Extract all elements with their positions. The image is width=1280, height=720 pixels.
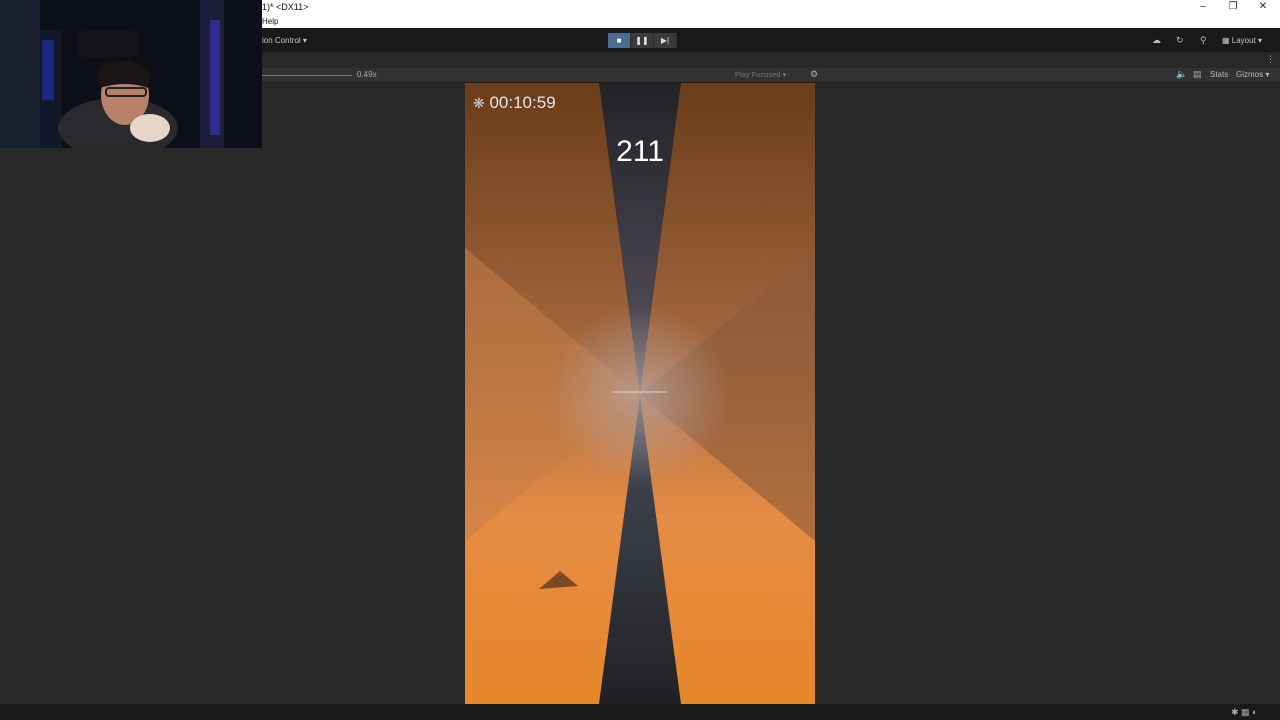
display-icon[interactable]: ▤ bbox=[1193, 69, 1202, 80]
gizmos-label: Gizmos bbox=[1236, 70, 1264, 79]
webcam-overlay bbox=[0, 0, 262, 148]
restore-icon[interactable]: ❐ bbox=[1218, 0, 1248, 14]
webcam-feed-image bbox=[0, 0, 262, 148]
cloud-icon[interactable]: ☁ bbox=[1152, 35, 1161, 46]
gear-icon[interactable]: ⚙ bbox=[810, 69, 818, 80]
window-title: 1)* <DX11> bbox=[262, 2, 309, 12]
center-glow bbox=[550, 305, 730, 485]
status-icons[interactable]: ✱ ▦ ◐ bbox=[1231, 707, 1257, 718]
timer-value: 00:10:59 bbox=[489, 93, 556, 112]
scale-slider[interactable] bbox=[262, 75, 352, 76]
layout-label: Layout bbox=[1231, 36, 1256, 45]
play-controls: ■ ❚❚ ▶| bbox=[608, 33, 677, 48]
minimize-icon[interactable]: – bbox=[1188, 0, 1218, 14]
close-icon[interactable]: ✕ bbox=[1248, 0, 1278, 14]
search-icon[interactable]: ⚲ bbox=[1200, 35, 1207, 46]
layout-icon: ▦ bbox=[1222, 36, 1232, 45]
timer-icon: ❋ bbox=[473, 95, 485, 111]
gizmos-button[interactable]: Gizmos ▾ bbox=[1236, 70, 1269, 79]
menu-help[interactable]: Help bbox=[262, 17, 278, 26]
stop-icon[interactable]: ■ bbox=[608, 33, 631, 48]
speaker-icon[interactable]: 🔈 bbox=[1176, 69, 1187, 80]
status-bar: ✱ ▦ ◐ bbox=[0, 704, 1280, 720]
layout-dropdown[interactable]: ▦ Layout ▾ bbox=[1222, 36, 1262, 45]
scale-value: 0.49x bbox=[357, 70, 377, 79]
game-viewport[interactable]: ❋ 00:10:59 211 bbox=[465, 83, 815, 704]
pause-icon[interactable]: ❚❚ bbox=[631, 33, 654, 48]
score-display: 211 bbox=[616, 135, 664, 168]
stats-button[interactable]: Stats bbox=[1210, 70, 1228, 79]
step-icon[interactable]: ▶| bbox=[654, 33, 677, 48]
kebab-menu-icon[interactable]: ⋮ bbox=[1266, 54, 1275, 65]
play-mode-label: Play Focused bbox=[735, 70, 781, 79]
history-icon[interactable]: ↻ bbox=[1176, 35, 1184, 46]
play-mode-dropdown[interactable]: Play Focused ▾ bbox=[735, 70, 786, 79]
version-control-dropdown[interactable]: ion Control ▾ bbox=[262, 36, 307, 45]
timer-display: ❋ 00:10:59 bbox=[473, 93, 556, 113]
game-scene bbox=[465, 83, 815, 704]
